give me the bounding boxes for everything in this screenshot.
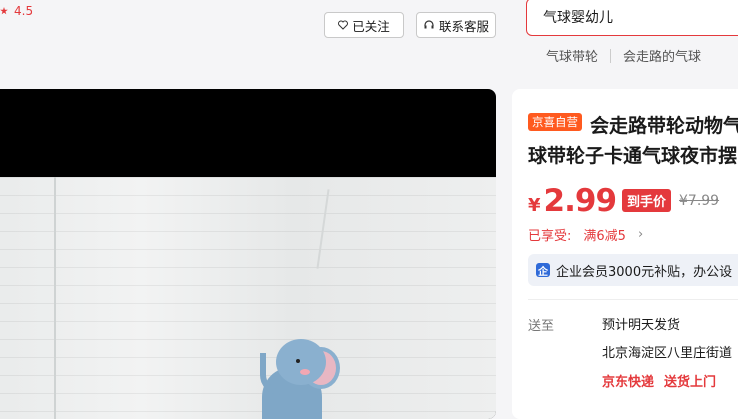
divider [528,299,738,300]
original-price: ¥7.99 [679,193,720,209]
ship-address[interactable]: 北京海淀区八里庄街道 [602,342,732,361]
currency-symbol: ¥ [528,195,541,216]
follow-label: 已关注 [352,18,390,34]
top-bar: 4.5 已关注 联系客服 气球婴幼儿 气球带轮 会走路的气球 [0,0,738,80]
delivery-service: 送货上门 [664,375,717,390]
carrier: 京东快递 [602,375,655,390]
search-input[interactable]: 气球婴幼儿 [526,0,738,36]
hotword-item[interactable]: 会走路的气球 [623,46,701,65]
video-frame [0,177,496,419]
ship-to-label: 送至 [528,319,555,334]
follow-button[interactable]: 已关注 [324,12,404,38]
rating-value: 4.5 [14,4,34,18]
vip-text: 企业会员3000元补贴，办公设 [556,264,733,280]
divider [610,48,612,63]
price: ¥ 2.99 [528,183,617,219]
star-icon [0,7,8,15]
headset-icon [424,20,434,29]
product-info-panel: 会走路带轮动物气 球带轮子卡通气球夜市摆 京喜自营 ¥ 2.99 到手价 ¥7.… [512,89,738,419]
elephant-balloon-image [252,339,342,419]
enterprise-icon: 企 [536,263,550,278]
store-rating: 4.5 [0,4,33,18]
service-label: 联系客服 [438,18,489,34]
enterprise-member-banner[interactable]: 企 企业会员3000元补贴，办公设 [528,254,738,286]
coupon-value: 满6减5 [583,229,626,244]
chevron-right-icon: › [637,227,644,242]
heart-icon [338,20,349,30]
hotword-item[interactable]: 气球带轮 [546,46,598,65]
hotword-list: 气球带轮 会走路的气球 [546,46,701,65]
customer-service-button[interactable]: 联系客服 [416,12,496,38]
coupon-label: 已享受: [528,229,572,244]
price-value: 2.99 [543,183,617,219]
product-video[interactable] [0,89,496,419]
delivery-method: 京东快递 送货上门 [602,371,716,390]
final-price-badge: 到手价 [622,189,672,212]
store-tag-badge: 京喜自营 [528,113,582,131]
wall-seam [54,177,56,419]
ship-time: 预计明天发货 [602,318,681,333]
coupon-row[interactable]: 已享受: 满6减5 › [528,225,643,244]
